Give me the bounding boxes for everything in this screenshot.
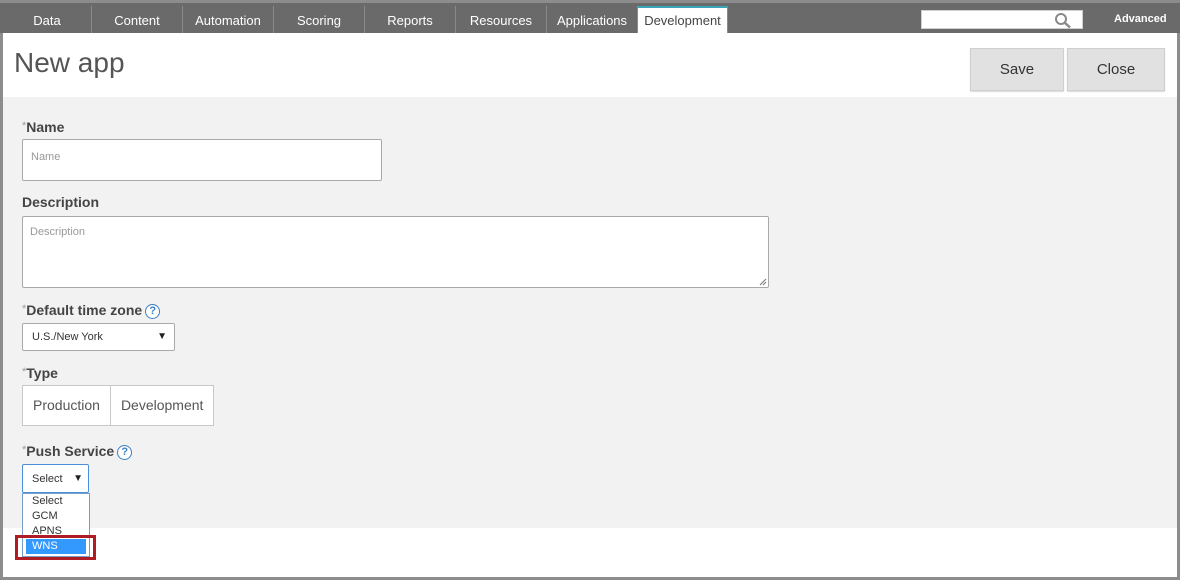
description-placeholder: Description <box>30 226 86 238</box>
push-service-label-text: Push Service <box>26 443 115 459</box>
app-form: *Name Name Description Description *Defa… <box>3 97 1177 528</box>
advanced-link[interactable]: Advanced <box>1114 13 1167 25</box>
tab-applications[interactable]: Applications <box>547 6 638 36</box>
required-mark: * <box>22 303 27 315</box>
description-label-text: Description <box>22 194 100 210</box>
name-label-text: Name <box>26 119 65 135</box>
type-production-button[interactable]: Production <box>23 386 110 425</box>
help-icon[interactable]: ? <box>145 304 161 319</box>
tab-automation[interactable]: Automation <box>183 6 274 36</box>
dropdown-option-select[interactable]: Select <box>23 494 89 509</box>
description-label: Description <box>22 194 99 210</box>
type-label-text: Type <box>26 365 58 381</box>
type-label: *Type <box>22 365 58 381</box>
page-header: New app Save Close <box>3 33 1177 97</box>
close-button[interactable]: Close <box>1067 48 1165 91</box>
tab-reports[interactable]: Reports <box>365 6 456 36</box>
type-development-button[interactable]: Development <box>109 386 214 425</box>
required-mark: * <box>22 120 27 132</box>
tab-data[interactable]: Data <box>3 6 92 36</box>
callout-highlight-box <box>15 535 96 560</box>
save-button[interactable]: Save <box>970 48 1064 91</box>
tab-scoring[interactable]: Scoring <box>274 6 365 36</box>
chevron-down-icon: ▼ <box>157 331 167 342</box>
push-service-select[interactable]: Select ▼ <box>22 464 89 493</box>
push-service-selected-value: Select <box>32 473 63 485</box>
required-mark: * <box>22 444 27 456</box>
search-icon[interactable] <box>1054 12 1072 29</box>
nav-tabs: Data Content Automation Scoring Reports … <box>3 6 728 36</box>
top-navigation: Data Content Automation Scoring Reports … <box>0 0 1180 36</box>
search-input[interactable] <box>921 10 1083 29</box>
chevron-down-icon: ▼ <box>73 473 83 484</box>
push-service-label: *Push Service? <box>22 443 133 460</box>
resize-grip-icon[interactable] <box>759 278 767 286</box>
description-field[interactable]: Description <box>22 216 769 288</box>
tab-development[interactable]: Development <box>638 6 728 36</box>
timezone-select[interactable]: U.S./New York ▼ <box>22 323 175 351</box>
name-label: *Name <box>22 119 64 135</box>
required-mark: * <box>22 366 27 378</box>
timezone-selected-value: U.S./New York <box>32 331 103 343</box>
timezone-label-text: Default time zone <box>26 302 143 318</box>
tab-resources[interactable]: Resources <box>456 6 547 36</box>
page-title: New app <box>14 47 125 78</box>
help-icon[interactable]: ? <box>117 445 133 460</box>
timezone-label: *Default time zone? <box>22 302 161 319</box>
dropdown-option-gcm[interactable]: GCM <box>23 509 89 524</box>
name-field[interactable]: Name <box>22 139 382 181</box>
tab-content[interactable]: Content <box>92 6 183 36</box>
type-toggle-group: Production Development <box>22 385 215 426</box>
